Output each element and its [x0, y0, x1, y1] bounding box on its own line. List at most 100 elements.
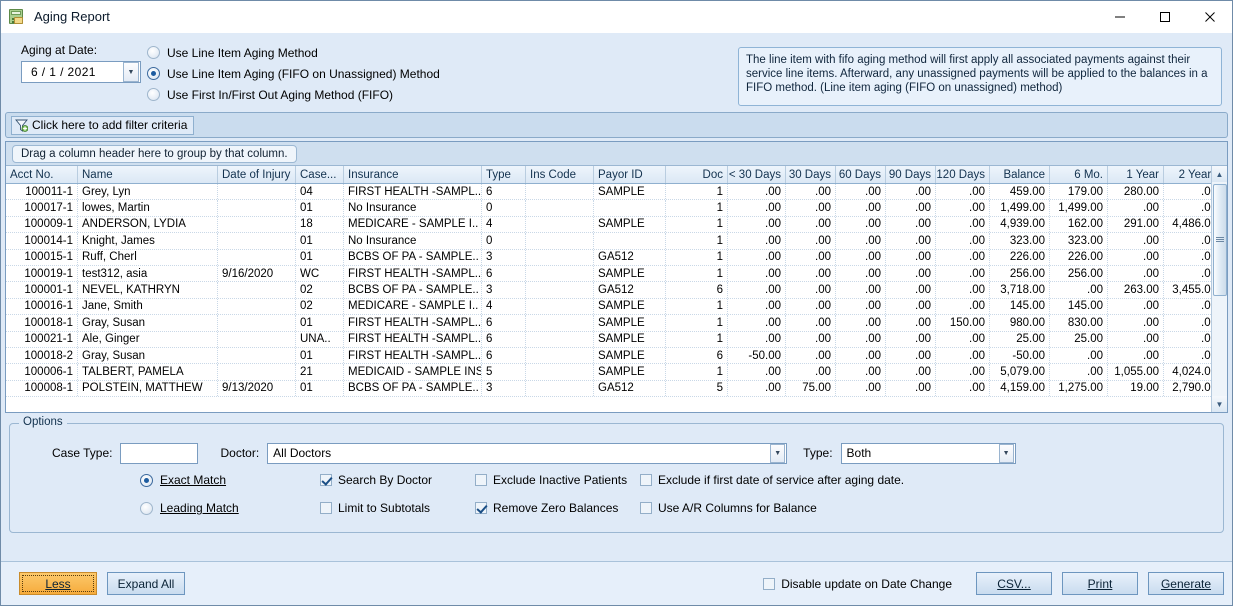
checkbox-remove-zero-balances[interactable]: Remove Zero Balances — [475, 501, 640, 515]
grid-header-cell[interactable]: 1 Year — [1108, 166, 1164, 183]
checkbox-use-ar-columns[interactable]: Use A/R Columns for Balance — [640, 501, 817, 515]
group-by-bar[interactable]: Drag a column header here to group by th… — [6, 142, 1227, 166]
table-cell: 6 — [666, 282, 728, 298]
checkbox-exclude-first-dos[interactable]: Exclude if first date of service after a… — [640, 473, 904, 487]
table-row[interactable]: 100017-1 lowes, Martin 01 No Insurance 0 1.00… — [6, 200, 1227, 217]
grid-vertical-scrollbar[interactable]: ▲ ▼ — [1211, 166, 1227, 412]
table-row[interactable]: 100016-1 Jane, Smith 02 MEDICARE - SAMPLE I… — [6, 298, 1227, 316]
grid-header-cell[interactable]: 60 Days — [836, 166, 886, 183]
table-cell: .00 — [836, 249, 886, 265]
radio-fifo-unassigned-label: Use Line Item Aging (FIFO on Unassigned)… — [167, 66, 440, 81]
scroll-down-arrow-icon[interactable]: ▼ — [1211, 396, 1227, 412]
table-cell: MEDICAID - SAMPLE INS — [344, 364, 482, 380]
table-cell: MEDICARE - SAMPLE I.. — [344, 216, 482, 233]
grid-header-cell[interactable]: Type — [482, 166, 526, 183]
expand-all-button[interactable]: Expand All — [107, 572, 185, 595]
table-cell: 226.00 — [990, 249, 1050, 265]
type-select[interactable]: Both ▼ — [840, 442, 1016, 464]
grid-header-cell[interactable]: Balance — [990, 166, 1050, 183]
table-cell: .00 — [786, 331, 836, 347]
table-row[interactable]: 100014-1 Knight, James 01 No Insurance 0 1.00… — [6, 233, 1227, 250]
maximize-icon — [1159, 11, 1170, 22]
table-cell: FIRST HEALTH -SAMPL.. — [344, 331, 482, 347]
table-row[interactable]: 100018-1 Gray, Susan 01 FIRST HEALTH -SAMPL… — [6, 315, 1227, 332]
grid-header-row: Acct No. Name Date of Injury Case... Insuran… — [6, 166, 1227, 184]
checkbox-search-by-doctor[interactable]: Search By Doctor — [320, 473, 475, 487]
table-cell — [526, 331, 594, 347]
table-cell: 459.00 — [990, 184, 1050, 200]
table-cell — [218, 298, 296, 315]
title-bar: Aging Report — [1, 1, 1232, 33]
checkbox-limit-to-subtotals[interactable]: Limit to Subtotals — [320, 501, 475, 515]
table-cell: SAMPLE — [594, 298, 666, 315]
table-row[interactable]: 100015-1 Ruff, Cherl 01 BCBS OF PA - SAMPLE… — [6, 249, 1227, 266]
checkbox-exclude-inactive-patients[interactable]: Exclude Inactive Patients — [475, 473, 640, 487]
checkbox-disable-update-on-date-change[interactable]: Disable update on Date Change — [763, 577, 952, 591]
table-cell: .00 — [728, 282, 786, 298]
add-filter-criteria-button[interactable]: Click here to add filter criteria — [11, 115, 195, 135]
table-cell — [218, 216, 296, 233]
table-cell: 75.00 — [786, 380, 836, 397]
table-cell: .00 — [936, 347, 990, 364]
grid-header-cell[interactable]: 30 Days — [786, 166, 836, 183]
csv-button[interactable]: CSV... — [976, 572, 1052, 595]
table-cell: .00 — [886, 298, 936, 315]
table-cell: .00 — [836, 265, 886, 282]
table-row[interactable]: 100018-2 Gray, Susan 01 FIRST HEALTH -SAMPL… — [6, 347, 1227, 365]
less-button[interactable]: Less — [19, 572, 97, 595]
table-row[interactable]: 100008-1 POLSTEIN, MATTHEW 9/13/2020 01 BCBS… — [6, 380, 1227, 398]
table-cell — [218, 249, 296, 265]
grid-header-cell[interactable]: Doc — [666, 166, 728, 183]
minimize-icon — [1114, 16, 1125, 17]
table-row[interactable]: 100019-1 test312, asia 9/16/2020 WC FIRST HE… — [6, 265, 1227, 283]
table-cell: FIRST HEALTH -SAMPL.. — [344, 184, 482, 200]
doctor-chevron-down-icon[interactable]: ▼ — [770, 443, 786, 463]
table-row[interactable]: 100006-1 TALBERT, PAMELA 21 MEDICAID - SAMP… — [6, 364, 1227, 381]
table-row[interactable]: 100011-1 Grey, Lyn 04 FIRST HEALTH -SAMPL..… — [6, 184, 1227, 201]
table-cell: 100009-1 — [6, 216, 78, 233]
aging-date-input[interactable]: 6 / 1 / 2021 ▼ — [21, 61, 141, 83]
radio-option-fifo[interactable]: Use First In/First Out Aging Method (FIF… — [147, 85, 738, 104]
radio-option-fifo-unassigned[interactable]: Use Line Item Aging (FIFO on Unassigned)… — [147, 64, 738, 83]
scroll-up-arrow-icon[interactable]: ▲ — [1211, 166, 1227, 182]
grid-header-cell[interactable]: < 30 Days — [728, 166, 786, 183]
grid-header-cell[interactable]: 6 Mo. — [1050, 166, 1108, 183]
grid-header-cell[interactable]: Payor ID — [594, 166, 666, 183]
grid-header-cell[interactable]: Ins Code — [526, 166, 594, 183]
table-cell: Grey, Lyn — [78, 184, 218, 200]
grid-header-cell[interactable]: 90 Days — [886, 166, 936, 183]
search-by-doctor-checkbox-icon — [320, 474, 332, 486]
print-button[interactable]: Print — [1062, 572, 1138, 595]
grid-header-cell[interactable]: Insurance — [344, 166, 482, 183]
radio-option-line-item[interactable]: Use Line Item Aging Method — [147, 43, 738, 62]
table-cell: .00 — [786, 315, 836, 331]
table-cell: .00 — [728, 200, 786, 216]
generate-button[interactable]: Generate — [1148, 572, 1224, 595]
filter-criteria-bar[interactable]: Click here to add filter criteria — [5, 112, 1228, 138]
table-row[interactable]: 100009-1 ANDERSON, LYDIA 18 MEDICARE - SAMP… — [6, 216, 1227, 234]
radio-exact-match[interactable]: Exact Match — [140, 473, 320, 487]
table-cell: 6 — [482, 184, 526, 200]
grid-header-cell[interactable]: Date of Injury — [218, 166, 296, 183]
doctor-select[interactable]: All Doctors ▼ — [267, 442, 788, 464]
disable-update-checkbox-icon — [763, 577, 776, 590]
grid-header-cell[interactable]: Case... — [296, 166, 344, 183]
grid-header-cell[interactable]: Name — [78, 166, 218, 183]
scrollbar-track[interactable] — [1212, 182, 1228, 396]
radio-leading-match[interactable]: Leading Match — [140, 501, 320, 515]
table-cell: .00 — [886, 347, 936, 364]
table-row[interactable]: 100001-1 NEVEL, KATHRYN 02 BCBS OF PA - SAM… — [6, 282, 1227, 299]
grid-header-cell[interactable]: Acct No. — [6, 166, 78, 183]
table-cell: 100011-1 — [6, 184, 78, 200]
maximize-button[interactable] — [1142, 1, 1187, 33]
case-type-input[interactable] — [120, 442, 199, 464]
grid-header-cell[interactable]: 120 Days — [936, 166, 990, 183]
minimize-button[interactable] — [1097, 1, 1142, 33]
table-cell: 9/16/2020 — [218, 265, 296, 282]
use-ar-columns-label: Use A/R Columns for Balance — [658, 501, 817, 515]
table-row[interactable]: 100021-1 Ale, Ginger UNA.. FIRST HEALTH -SA… — [6, 331, 1227, 348]
table-cell: 0 — [482, 200, 526, 216]
type-chevron-down-icon[interactable]: ▼ — [998, 443, 1014, 463]
close-button[interactable] — [1187, 1, 1232, 33]
scrollbar-thumb[interactable] — [1212, 184, 1227, 296]
